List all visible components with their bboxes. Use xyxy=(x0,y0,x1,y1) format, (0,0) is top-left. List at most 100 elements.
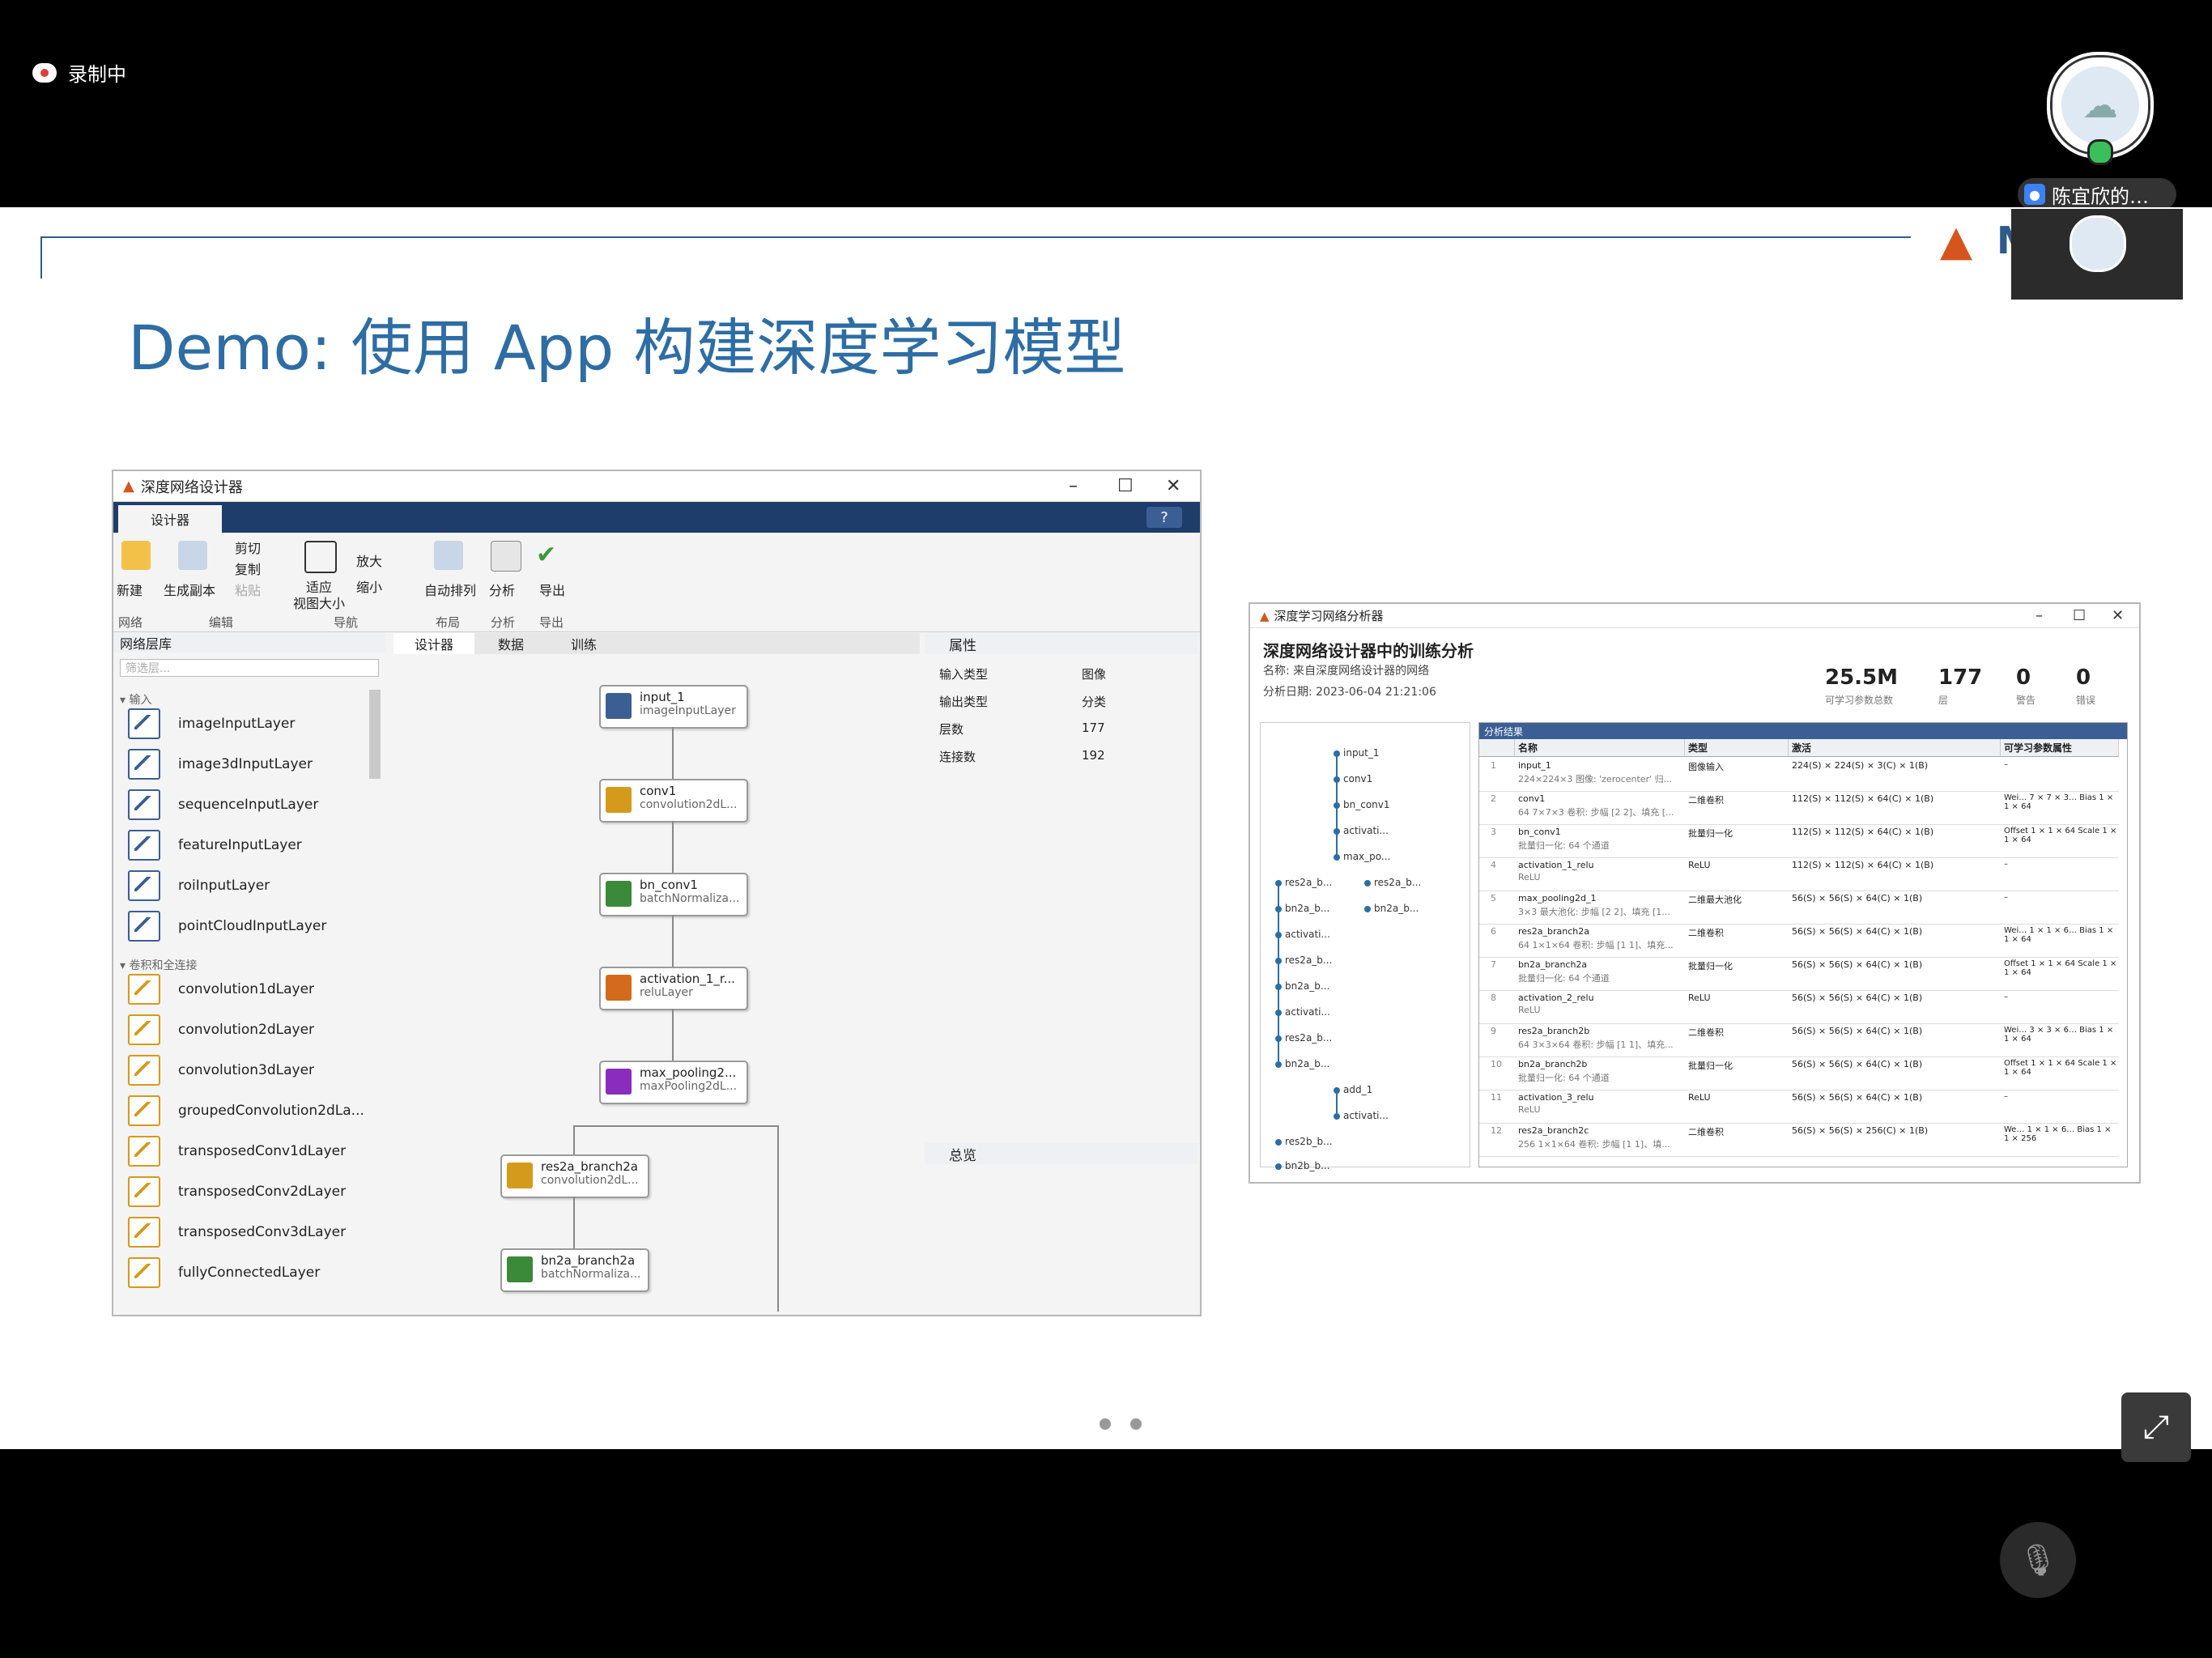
library-search-input[interactable]: 筛选层... xyxy=(120,659,379,677)
table-row[interactable]: 3 bn_conv1 批量归一化: 64 个通道 批量归一化 112(S) × 112(… xyxy=(1479,825,2119,858)
new-button[interactable]: 新建 xyxy=(117,580,143,599)
table-row[interactable]: 8 activation_2_relu ReLU ReLU 56(S) × 56(S) … xyxy=(1479,991,2119,1024)
row-index: 9 xyxy=(1491,1026,1496,1036)
table-header-cell[interactable]: 可学习参数属性 xyxy=(2001,739,2119,757)
tab-designer[interactable]: 设计器 xyxy=(118,505,222,533)
table-row[interactable]: 6 res2a_branch2a 64 1×1×64 卷积: 步幅 [1 1]、填充… xyxy=(1479,925,2119,958)
table-header-cell[interactable]: 激活 xyxy=(1789,739,2001,757)
row-learnables: – xyxy=(2004,1092,2008,1101)
export-button[interactable]: 导出 xyxy=(539,580,565,599)
graph-node-label[interactable]: input_1 xyxy=(1343,747,1380,759)
graph-node-label[interactable]: res2a_b... xyxy=(1285,1032,1332,1044)
fit-view-button[interactable]: 适应 视图大小 xyxy=(293,580,345,612)
layer-node[interactable]: input_1 imageInputLayer xyxy=(599,685,748,729)
layer-node[interactable]: max_pooling2... maxPooling2dL... xyxy=(599,1061,748,1104)
analyze-button[interactable]: 分析 xyxy=(489,580,515,599)
duplicate-button[interactable]: 生成副本 xyxy=(164,580,215,599)
layer-node[interactable]: bn_conv1 batchNormaliza... xyxy=(599,873,748,916)
minimize-icon[interactable]: – xyxy=(2035,607,2043,624)
library-item[interactable]: featureInputLayer xyxy=(128,829,387,861)
layer-node-icon xyxy=(507,1163,533,1188)
table-row[interactable]: 1 input_1 224×224×3 图像: 'zerocenter' 归... 图… xyxy=(1479,759,2119,792)
help-icon[interactable]: ? xyxy=(1146,507,1182,528)
property-label: 连接数 xyxy=(939,750,976,764)
zoom-in-button[interactable]: 放大 xyxy=(356,551,382,570)
library-item[interactable]: groupedConvolution2dLa... xyxy=(128,1095,387,1127)
table-header-cell[interactable]: 名称 xyxy=(1515,739,1685,757)
graph-node-label[interactable]: bn2a_b... xyxy=(1285,980,1329,992)
page-dot-1[interactable] xyxy=(1100,1418,1111,1430)
slide-header-line xyxy=(40,236,1911,238)
minimize-icon[interactable]: – xyxy=(1069,476,1078,496)
expand-button[interactable]: ⤢ xyxy=(2121,1392,2191,1462)
library-item[interactable]: transposedConv2dLayer xyxy=(128,1175,387,1208)
maximize-icon[interactable]: ☐ xyxy=(1117,476,1134,496)
auto-arrange-button[interactable]: 自动排列 xyxy=(424,580,476,599)
paste-button[interactable]: 粘贴 xyxy=(235,580,261,599)
graph-node-label[interactable]: res2a_b... xyxy=(1285,954,1332,966)
table-row[interactable]: 9 res2a_branch2b 64 3×3×64 卷积: 步幅 [1 1]、填充… xyxy=(1479,1024,2119,1057)
graph-node-label[interactable]: bn2a_b... xyxy=(1285,903,1329,914)
library-item[interactable]: pointCloudInputLayer xyxy=(128,910,387,942)
graph-node-label[interactable]: res2a_b... xyxy=(1285,877,1332,888)
zoom-out-button[interactable]: 缩小 xyxy=(356,576,382,596)
copy-button[interactable]: 复制 xyxy=(235,559,261,578)
table-row[interactable]: 11 activation_3_relu ReLU ReLU 56(S) × 56(S)… xyxy=(1479,1090,2119,1124)
category-input[interactable]: ▾ 输入 xyxy=(120,691,151,708)
layer-node[interactable]: res2a_branch2a convolution2dL... xyxy=(500,1154,649,1198)
graph-node-label[interactable]: add_1 xyxy=(1343,1084,1372,1095)
graph-node-label[interactable]: bn_conv1 xyxy=(1343,799,1390,810)
layer-node[interactable]: activation_1_r... reluLayer xyxy=(599,967,748,1010)
page-dot-2[interactable] xyxy=(1130,1418,1142,1430)
group-analysis: 分析 xyxy=(491,615,516,630)
table-row[interactable]: 4 activation_1_relu ReLU ReLU 112(S) × 112(S… xyxy=(1479,858,2119,891)
layer-node-name: activation_1_r... xyxy=(640,971,735,986)
tab-data[interactable]: 数据 xyxy=(474,633,547,654)
graph-node-label[interactable]: activati... xyxy=(1285,929,1330,940)
table-header-cell[interactable]: 类型 xyxy=(1685,739,1789,757)
table-row[interactable]: 7 bn2a_branch2a 批量归一化: 64 个通道 批量归一化 56(S) × … xyxy=(1479,958,2119,991)
row-activation: 112(S) × 112(S) × 64(C) × 1(B) xyxy=(1792,860,1934,870)
library-scrollbar[interactable] xyxy=(369,690,381,779)
category-conv[interactable]: ▾ 卷积和全连接 xyxy=(120,957,197,973)
graph-node-label[interactable]: res2b_b... xyxy=(1285,1136,1333,1147)
thumbnail-avatar-icon xyxy=(2069,215,2126,272)
cut-button[interactable]: 剪切 xyxy=(235,538,261,557)
graph-node-label[interactable]: bn2a_b... xyxy=(1285,1058,1329,1069)
library-item[interactable]: convolution2dLayer xyxy=(128,1014,387,1046)
graph-node-label[interactable]: conv1 xyxy=(1343,773,1372,784)
library-item[interactable]: image3dInputLayer xyxy=(128,748,387,780)
participant-thumbnail[interactable] xyxy=(2011,209,2183,300)
table-row[interactable]: 12 res2a_branch2c 256 1×1×64 卷积: 步幅 [1 1]、… xyxy=(1479,1124,2119,1157)
library-item[interactable]: imageInputLayer xyxy=(128,708,387,740)
graph-node-label[interactable]: bn2b_b... xyxy=(1285,1160,1330,1171)
library-item[interactable]: fullyConnectedLayer xyxy=(128,1256,387,1289)
library-item[interactable]: transposedConv3dLayer xyxy=(128,1216,387,1248)
library-item-label: image3dInputLayer xyxy=(178,756,313,772)
graph-node-label[interactable]: activati... xyxy=(1343,825,1389,836)
edge-line xyxy=(672,821,674,873)
library-item[interactable]: convolution1dLayer xyxy=(128,973,387,1005)
property-value: 177 xyxy=(1082,721,1105,735)
tab-canvas-designer[interactable]: 设计器 xyxy=(393,633,474,654)
library-item[interactable]: sequenceInputLayer xyxy=(128,789,387,821)
close-icon[interactable]: ✕ xyxy=(1166,476,1180,496)
table-row[interactable]: 2 conv1 64 7×7×3 卷积: 步幅 [2 2]、填充 [... 二维卷积 1… xyxy=(1479,792,2119,825)
library-item[interactable]: roiInputLayer xyxy=(128,869,387,902)
table-row[interactable]: 10 bn2a_branch2b 批量归一化: 64 个通道 批量归一化 56(S) ×… xyxy=(1479,1057,2119,1090)
tab-training[interactable]: 训练 xyxy=(547,633,620,654)
analyzer-graph[interactable]: input_1 conv1 bn_conv1 activati... max_po...… xyxy=(1260,722,1470,1171)
table-row[interactable]: 5 max_pooling2d_1 3×3 最大池化: 步幅 [2 2]、填充 [1… xyxy=(1479,891,2119,925)
graph-node-label[interactable]: res2a_b... xyxy=(1374,877,1421,888)
layer-node[interactable]: bn2a_branch2a batchNormaliza... xyxy=(500,1248,649,1292)
graph-node-label[interactable]: activati... xyxy=(1285,1006,1330,1018)
layer-node[interactable]: conv1 convolution2dL... xyxy=(599,779,748,823)
close-icon[interactable]: ✕ xyxy=(2112,607,2124,624)
graph-node-label[interactable]: bn2a_b... xyxy=(1374,903,1419,914)
graph-node-label[interactable]: max_po... xyxy=(1343,851,1390,862)
graph-node-label[interactable]: activati... xyxy=(1343,1110,1389,1121)
mute-button[interactable]: 🎙 xyxy=(2000,1522,2076,1598)
library-item[interactable]: transposedConv1dLayer xyxy=(128,1135,387,1167)
maximize-icon[interactable]: ☐ xyxy=(2073,607,2086,624)
library-item[interactable]: convolution3dLayer xyxy=(128,1054,387,1086)
